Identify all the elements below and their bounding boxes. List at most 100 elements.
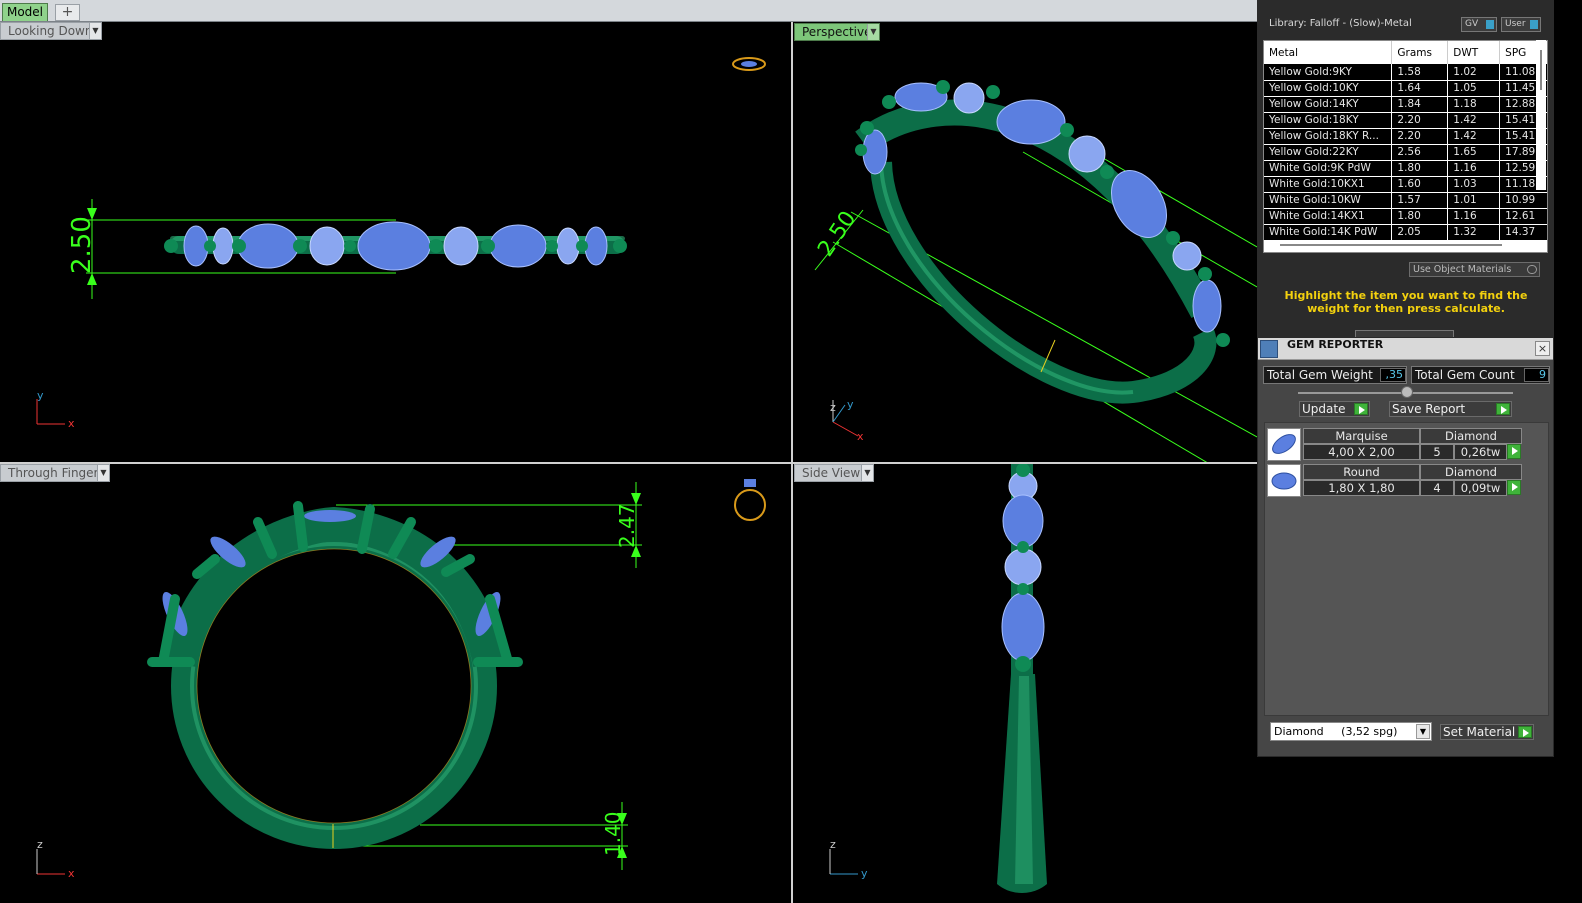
viewport-label-text: Through Finger [8,466,99,480]
viewport-label-perspective[interactable]: Perspective ▼ [794,23,880,41]
metal-table-row[interactable]: Yellow Gold:22KY 2.56 1.65 17.89 [1264,144,1547,161]
use-object-materials-toggle[interactable]: Use Object Materials [1409,262,1540,277]
play-icon[interactable] [1507,480,1521,495]
dimension-label-bottom: 1.40 [601,811,625,856]
viewport-through-finger[interactable]: 2.47 1.40 x z Through Finger ▼ [0,464,791,903]
metal-table-cell: Yellow Gold:22KY [1264,144,1393,161]
viewport-label-through-finger[interactable]: Through Finger ▼ [0,464,110,482]
viewport-perspective[interactable]: 2.50 x y z Perspective ▼ [793,22,1257,462]
gem-material: Diamond [1420,428,1522,444]
gem-weight: 0,09tw [1454,480,1507,496]
user-toggle[interactable]: User [1501,17,1541,32]
metal-table-cell: Yellow Gold:14KY [1264,96,1393,113]
side-view-scene: y z [829,464,1047,893]
metal-table-row[interactable]: White Gold:9K PdW 1.80 1.16 12.59 [1264,160,1547,177]
metal-table-row[interactable]: White Gold:10KW 1.57 1.01 10.99 [1264,192,1547,209]
metal-table-cell: 1.16 [1447,208,1501,225]
horizontal-scrollbar[interactable] [1280,244,1502,246]
metal-table-cell: Yellow Gold:18KY [1264,112,1393,129]
gem-reporter-titlebar[interactable]: GEM REPORTER × [1258,338,1553,360]
close-button[interactable]: × [1535,341,1550,356]
gem-list: Marquise 4,00 X 2,00 Diamond 5 0,26tw Ro… [1264,422,1549,716]
chevron-down-icon[interactable]: ▼ [97,465,109,481]
play-icon [1496,403,1510,415]
metal-table[interactable]: Metal Grams DWT SPG Yellow Gold:9KY 1.58 1… [1263,40,1548,253]
play-icon[interactable] [1507,444,1521,459]
metal-table-row[interactable]: Yellow Gold:14KY 1.84 1.18 12.88 [1264,96,1547,113]
chevron-down-icon[interactable]: ▼ [861,465,873,481]
metal-table-cell: 1.18 [1447,96,1501,113]
metal-table-cell: 12.61 [1499,208,1547,225]
update-button[interactable]: Update [1299,401,1370,417]
add-tab-button[interactable]: + [55,4,80,21]
viewport-looking-down[interactable]: 2.50 x y Looking Down ▼ [0,22,791,462]
axis-x-label: x [68,417,75,430]
app-window: Model + 2.50 x y Looking Down ▼ 2.50 x y… [0,0,1582,903]
gv-toggle[interactable]: GV [1461,17,1497,32]
total-gem-count-value: 9 [1524,368,1549,382]
metal-table-cell: 1.32 [1447,224,1501,241]
axis-z-label: z [830,401,836,414]
gem-shape: Round [1303,464,1420,480]
viewport-label-side-view[interactable]: Side View ▼ [794,464,874,482]
metal-table-row[interactable]: White Gold:14KX1 1.80 1.16 12.61 [1264,208,1547,225]
total-gem-weight-label: Total Gem Weight [1267,368,1373,382]
metal-table-cell: 1.65 [1447,144,1501,161]
gem-row [183,221,608,271]
metal-table-cell: White Gold:10KX1 [1264,176,1393,193]
metal-table-row[interactable]: Yellow Gold:10KY 1.64 1.05 11.45 [1264,80,1547,97]
total-gem-count-label: Total Gem Count [1415,368,1515,382]
chevron-down-icon[interactable]: ▼ [867,24,879,40]
total-gem-count-field: Total Gem Count 9 [1411,366,1550,384]
metal-weight-panel: Library: Falloff - (Slow)-Metal GV User … [1257,0,1554,337]
save-report-button[interactable]: Save Report [1389,401,1512,417]
ring-orientation-icon [734,489,766,521]
dimension-label-top: 2.47 [615,503,639,548]
metal-table-row[interactable]: White Gold:10KX1 1.60 1.03 11.18 [1264,176,1547,193]
column-header[interactable]: Metal [1264,41,1393,64]
material-select[interactable]: Diamond (3,52 spg) ▼ [1270,722,1432,741]
viewport-label-text: Looking Down [8,24,93,38]
gem-row-round[interactable]: Round 1,80 X 1,80 Diamond 4 0,09tw [1267,464,1527,497]
calculate-hint: Highlight the item you want to find the … [1284,289,1528,315]
metal-table-cell: 14.37 [1499,224,1547,241]
metal-table-cell: 2.56 [1391,144,1449,161]
metal-table-row[interactable]: Yellow Gold:18KY R... 2.20 1.42 15.41 [1264,128,1547,145]
vertical-scrollbar[interactable] [1536,40,1546,190]
metal-table-row[interactable]: White Gold:14K PdW 2.05 1.32 14.37 [1264,224,1547,241]
gem-row-marquise[interactable]: Marquise 4,00 X 2,00 Diamond 5 0,26tw [1267,428,1527,461]
metal-table-row[interactable]: Yellow Gold:9KY 1.58 1.02 11.08 [1264,64,1547,81]
column-header[interactable]: DWT [1447,41,1501,64]
metal-table-cell: 1.05 [1447,80,1501,97]
viewport-side-view[interactable]: y z Side View ▼ [793,464,1257,903]
metal-table-row[interactable]: Yellow Gold:18KY 2.20 1.42 15.41 [1264,112,1547,129]
column-header[interactable]: Grams [1391,41,1449,64]
axis-x-label: x [68,867,75,880]
gem-weight: 0,26tw [1454,444,1507,460]
play-icon [1354,403,1368,415]
set-material-label: Set Material [1443,725,1516,739]
metal-table-cell: White Gold:9K PdW [1264,160,1393,177]
report-slider-handle[interactable] [1401,386,1413,398]
viewport-label-looking-down[interactable]: Looking Down ▼ [0,22,102,40]
chevron-down-icon[interactable]: ▼ [89,23,101,39]
looking-down-scene: 2.50 x y [36,57,766,430]
metal-table-cell: 1.80 [1391,160,1449,177]
set-material-button[interactable]: Set Material [1440,724,1534,740]
metal-table-cell: 1.84 [1391,96,1449,113]
metal-table-cell: Yellow Gold:10KY [1264,80,1393,97]
metal-table-cell: 2.05 [1391,224,1449,241]
metal-table-cell: 1.58 [1391,64,1449,81]
gem-reporter-icon [1260,340,1278,358]
use-object-materials-label: Use Object Materials [1413,264,1512,275]
right-edge-strip [1554,0,1582,903]
chevron-down-icon[interactable]: ▼ [1416,724,1430,739]
gem-shape: Marquise [1303,428,1420,444]
calculate-button[interactable] [1355,330,1454,337]
tab-model[interactable]: Model [2,3,48,21]
metal-table-cell: White Gold:14K PdW [1264,224,1393,241]
metal-table-cell: 1.42 [1447,112,1501,129]
round-gem-icon [1267,464,1301,497]
metal-table-cell: White Gold:10KW [1264,192,1393,209]
metal-table-header: Metal Grams DWT SPG [1264,41,1547,64]
